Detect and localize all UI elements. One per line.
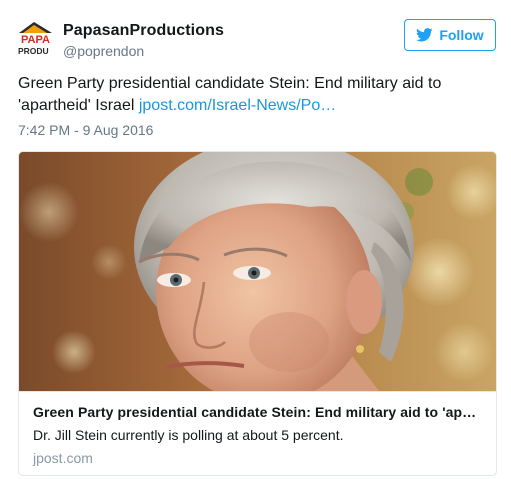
follow-button-label: Follow [439, 27, 484, 43]
link-card[interactable]: Green Party presidential candidate Stein… [18, 151, 497, 476]
avatar[interactable]: PAPA PRODU [17, 19, 54, 56]
author-names: PapasanProductions @poprendon [63, 21, 224, 60]
card-domain: jpost.com [33, 450, 93, 466]
tweet-timestamp[interactable]: 7:42 PM - 9 Aug 2016 [18, 121, 153, 139]
card-body[interactable]: Green Party presidential candidate Stein… [19, 391, 496, 475]
woman-portrait-photo [19, 152, 496, 391]
tweet-link[interactable]: jpost.com/Israel-News/Po… [139, 97, 336, 114]
display-name[interactable]: PapasanProductions [63, 21, 224, 41]
user-handle[interactable]: @poprendon [63, 42, 224, 60]
twitter-bird-icon [416, 28, 433, 42]
embedded-tweet: PAPA PRODU PapasanProductions @poprendon… [0, 0, 511, 479]
svg-text:PRODU: PRODU [18, 46, 49, 56]
tweet-text: Green Party presidential candidate Stein… [18, 73, 493, 117]
card-image[interactable] [19, 152, 496, 391]
papasan-logo-icon: PAPA PRODU [17, 19, 54, 56]
card-description: Dr. Jill Stein currently is polling at a… [33, 427, 344, 443]
follow-button[interactable]: Follow [404, 19, 496, 51]
svg-text:PAPA: PAPA [21, 34, 50, 46]
card-title[interactable]: Green Party presidential candidate Stein… [33, 403, 482, 421]
